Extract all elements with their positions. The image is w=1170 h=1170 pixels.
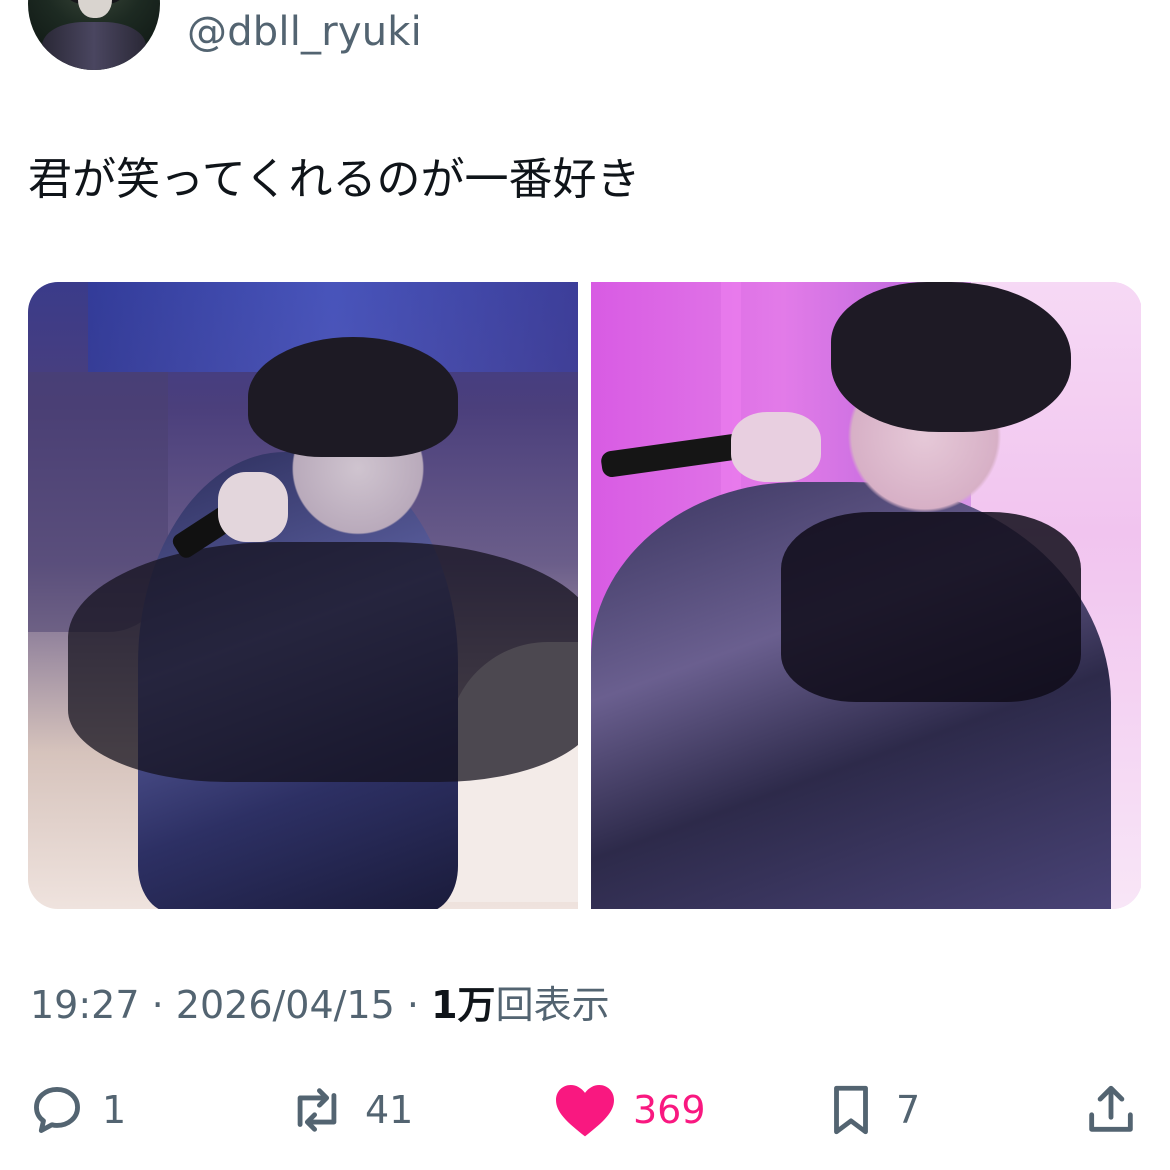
views-count: 1万 [431,983,496,1027]
share-button[interactable] [1082,1070,1140,1150]
tweet-metadata: 19:27 · 2026/04/15 · 1万回表示 [30,980,610,1030]
views-label: 回表示 [495,983,610,1027]
reply-button[interactable]: 1 [28,1070,126,1150]
heart-icon [556,1084,614,1137]
reply-count: 1 [102,1088,127,1132]
reply-icon [34,1087,80,1133]
retweet-count: 41 [365,1088,414,1132]
tweet-date: 2026/04/15 [175,983,395,1027]
retweet-button[interactable]: 41 [285,1070,413,1150]
like-count: 369 [633,1088,706,1132]
author-handle[interactable]: @dbll_ryuki [187,8,422,56]
like-button[interactable]: 369 [553,1070,706,1150]
bookmark-count: 7 [896,1088,921,1132]
avatar[interactable] [28,0,160,70]
photo-2[interactable] [591,282,1141,909]
bookmark-button[interactable]: 7 [822,1070,920,1150]
retweet-icon [297,1088,337,1132]
action-bar: 1 41 369 7 [0,1070,1170,1150]
tweet-time: 19:27 [30,983,140,1027]
separator: · [406,983,420,1027]
share-icon [1089,1085,1133,1132]
media-grid [28,282,1142,909]
separator: · [151,983,164,1027]
bookmark-icon [834,1085,868,1135]
photo-1[interactable] [28,282,578,909]
tweet-text: 君が笑ってくれるのが一番好き [28,154,641,205]
